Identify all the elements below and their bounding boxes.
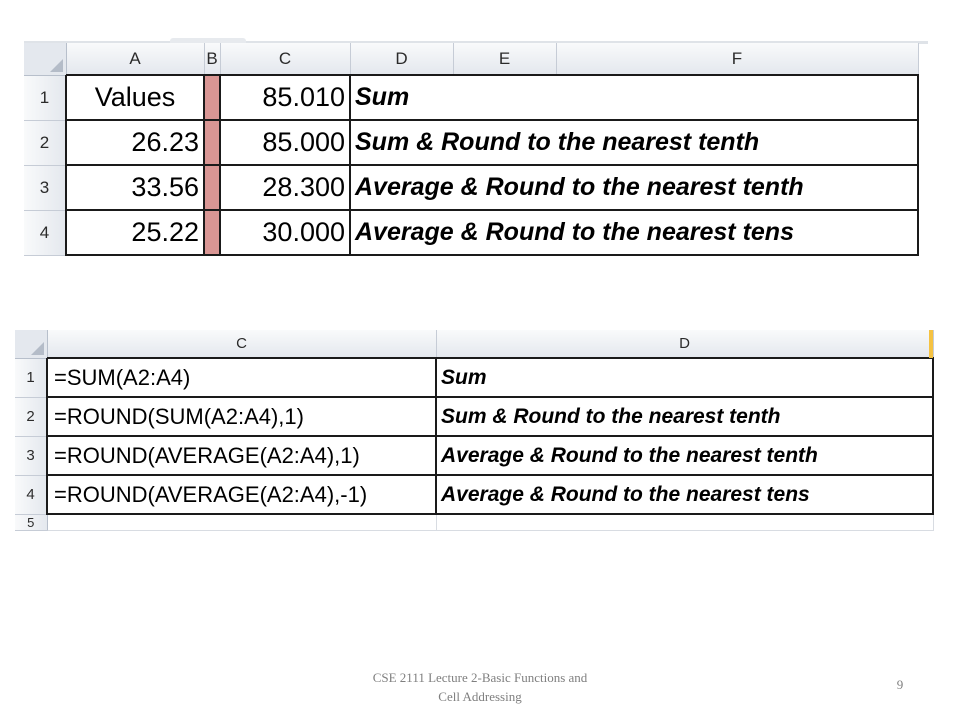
cell-d4[interactable]: Average & Round to the nearest tens: [349, 209, 919, 256]
cell-a1[interactable]: Values: [65, 74, 205, 121]
column-header-b[interactable]: B: [204, 43, 221, 76]
formula-cell-c2[interactable]: =ROUND(SUM(A2:A4),1): [46, 396, 437, 437]
row-header[interactable]: 2: [15, 397, 48, 437]
cell-c4[interactable]: 30.000: [219, 209, 351, 256]
row-header[interactable]: 1: [24, 75, 67, 121]
row-header[interactable]: 3: [24, 165, 67, 211]
spreadsheet-values: A B C D E F 1 Values 85.010 Sum 2 26.23 …: [24, 43, 919, 256]
table-row: 3 =ROUND(AVERAGE(A2:A4),1) Average & Rou…: [15, 435, 934, 476]
slide-footer: CSE 2111 Lecture 2-Basic Functions and C…: [330, 668, 630, 706]
cell-a4[interactable]: 25.22: [65, 209, 205, 256]
table-row: 4 =ROUND(AVERAGE(A2:A4),-1) Average & Ro…: [15, 474, 934, 515]
column-header-selection-accent: [929, 330, 933, 358]
cell-d1[interactable]: Sum: [435, 357, 934, 398]
table-row: 1 Values 85.010 Sum: [24, 74, 919, 121]
table-row: 2 =ROUND(SUM(A2:A4),1) Sum & Round to th…: [15, 396, 934, 437]
row-header[interactable]: 3: [15, 436, 48, 476]
formula-cell-c3[interactable]: =ROUND(AVERAGE(A2:A4),1): [46, 435, 437, 476]
cell-a2[interactable]: 26.23: [65, 119, 205, 166]
page-number: 9: [896, 677, 904, 692]
column-header-c[interactable]: C: [47, 330, 437, 359]
formula-cell-c4[interactable]: =ROUND(AVERAGE(A2:A4),-1): [46, 474, 437, 515]
table-row: 4 25.22 30.000 Average & Round to the ne…: [24, 209, 919, 256]
footer-line-2: Cell Addressing: [438, 689, 522, 704]
row-header[interactable]: 4: [24, 210, 67, 256]
spreadsheet-formulas: C D 1 =SUM(A2:A4) Sum 2 =ROUND(SUM(A2:A4…: [15, 330, 934, 531]
cell-a3[interactable]: 33.56: [65, 164, 205, 211]
table-row: 2 26.23 85.000 Sum & Round to the neares…: [24, 119, 919, 166]
row-header[interactable]: 2: [24, 120, 67, 166]
formula-cell-c1[interactable]: =SUM(A2:A4): [46, 357, 437, 398]
column-header-d[interactable]: D: [436, 330, 934, 359]
cell-b1[interactable]: [203, 74, 221, 121]
column-header-a[interactable]: A: [66, 43, 205, 76]
table-row: 1 =SUM(A2:A4) Sum: [15, 357, 934, 398]
cell-d2[interactable]: Sum & Round to the nearest tenth: [435, 396, 934, 437]
cell-d4[interactable]: Average & Round to the nearest tens: [435, 474, 934, 515]
column-header-d[interactable]: D: [350, 43, 454, 76]
select-all-corner[interactable]: [24, 43, 67, 76]
column-header-e[interactable]: E: [453, 43, 557, 76]
row-header[interactable]: 5: [15, 514, 48, 531]
row-header[interactable]: 1: [15, 358, 48, 398]
column-header-c[interactable]: C: [220, 43, 351, 76]
cell-c5[interactable]: [46, 513, 437, 531]
cell-c1[interactable]: 85.010: [219, 74, 351, 121]
cell-b3[interactable]: [203, 164, 221, 211]
select-all-corner[interactable]: [15, 330, 48, 359]
cell-b2[interactable]: [203, 119, 221, 166]
footer-line-1: CSE 2111 Lecture 2-Basic Functions and: [372, 670, 588, 685]
table-row: 5: [15, 513, 934, 531]
cell-d2[interactable]: Sum & Round to the nearest tenth: [349, 119, 919, 166]
table-row: 3 33.56 28.300 Average & Round to the ne…: [24, 164, 919, 211]
cell-c2[interactable]: 85.000: [219, 119, 351, 166]
cell-b4[interactable]: [203, 209, 221, 256]
cell-d5[interactable]: [435, 513, 934, 531]
cell-c3[interactable]: 28.300: [219, 164, 351, 211]
row-header[interactable]: 4: [15, 475, 48, 515]
cell-d3[interactable]: Average & Round to the nearest tenth: [349, 164, 919, 211]
cell-d1[interactable]: Sum: [349, 74, 919, 121]
cell-d3[interactable]: Average & Round to the nearest tenth: [435, 435, 934, 476]
column-header-f[interactable]: F: [556, 43, 919, 76]
